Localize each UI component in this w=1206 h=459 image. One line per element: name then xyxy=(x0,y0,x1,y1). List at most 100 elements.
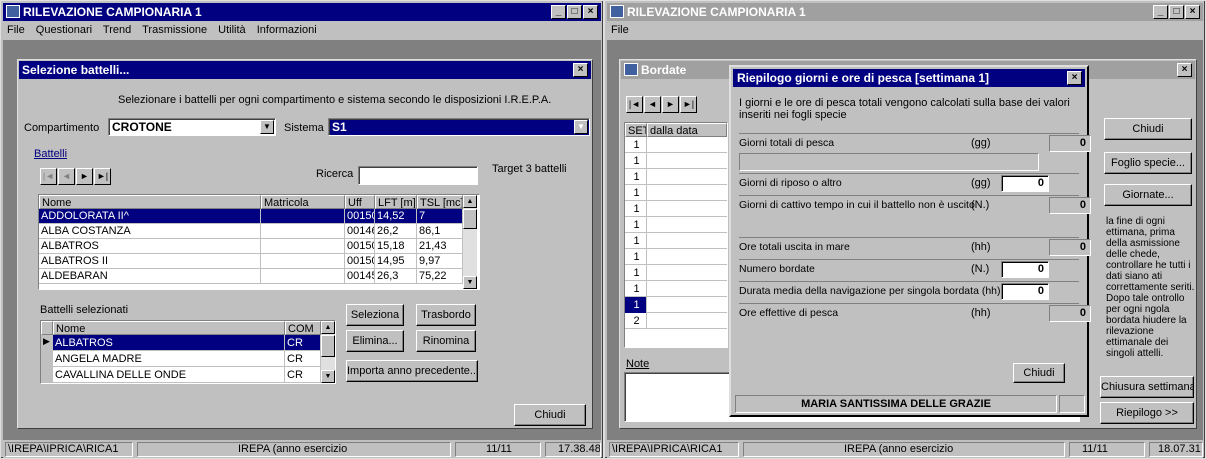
list-item[interactable]: CAVALLINA DELLE ONDE CR xyxy=(41,367,321,383)
chiudi-button[interactable]: Chiudi xyxy=(514,404,586,426)
chevron-down-icon[interactable]: ▼ xyxy=(260,120,274,134)
scroll-thumb[interactable] xyxy=(463,209,477,229)
field-value[interactable]: 0 xyxy=(1001,283,1049,300)
table-row[interactable]: 1 xyxy=(625,153,727,169)
table-row[interactable]: 1 xyxy=(625,137,727,153)
table-row[interactable]: ALBATROS II 00150 14,95 9,97 xyxy=(39,254,463,269)
ricerca-input[interactable] xyxy=(358,166,478,185)
list-item[interactable]: ▶ ALBATROS CR xyxy=(41,335,321,351)
column-header[interactable]: COM xyxy=(285,321,321,335)
scroll-thumb[interactable] xyxy=(321,335,335,357)
list-item[interactable]: ANGELA MADRE CR xyxy=(41,351,321,367)
row-indicator-header xyxy=(41,321,53,335)
column-header[interactable]: dalla data xyxy=(647,123,727,137)
giornate-button[interactable]: Giornate... xyxy=(1104,184,1192,206)
battelli-scrollbar[interactable]: ▲ ▼ xyxy=(463,195,477,289)
riepilogo-button[interactable]: Riepilogo >> xyxy=(1100,402,1194,424)
next-record-button[interactable]: ► xyxy=(662,96,679,113)
rinomina-button[interactable]: Rinomina xyxy=(416,330,476,352)
next-record-button[interactable]: ► xyxy=(76,168,93,185)
table-row[interactable]: 1 xyxy=(625,265,727,281)
maximize-button[interactable]: □ xyxy=(567,5,582,19)
table-row[interactable]: 1 xyxy=(625,185,727,201)
chiusura-settimana-button[interactable]: Chiusura settimana xyxy=(1100,376,1194,398)
menu-informazioni[interactable]: Informazioni xyxy=(257,24,317,36)
sistema-select[interactable]: S1 ▼ xyxy=(328,118,590,136)
compartimento-value: CROTONE xyxy=(112,120,172,134)
close-button[interactable]: × xyxy=(1177,63,1192,77)
table-row[interactable]: ALBATROS 00150 15,18 21,43 xyxy=(39,239,463,254)
instruction-text: Selezionare i battelli per ogni comparti… xyxy=(118,94,552,106)
scroll-up-icon[interactable]: ▲ xyxy=(463,195,477,208)
table-row[interactable]: 1 xyxy=(625,217,727,233)
close-button[interactable]: × xyxy=(573,63,588,77)
field-value[interactable]: 0 xyxy=(1001,175,1049,192)
menu-file[interactable]: File xyxy=(7,24,25,36)
note-label: Note xyxy=(626,358,650,370)
table-cell: ALBA COSTANZA xyxy=(39,224,261,239)
table-row[interactable]: 1 xyxy=(625,201,727,217)
table-cell: 1 xyxy=(625,281,647,297)
table-row[interactable]: 2 xyxy=(625,313,727,329)
close-button[interactable]: × xyxy=(1067,71,1082,85)
table-row[interactable]: 1 xyxy=(625,169,727,185)
prev-record-button[interactable]: ◄ xyxy=(644,96,661,113)
elimina-button[interactable]: Elimina... xyxy=(346,330,404,352)
last-record-button[interactable]: ►| xyxy=(94,168,111,185)
right-title-bar[interactable]: RILEVAZIONE CAMPIONARIA 1 _ □ × xyxy=(607,3,1203,21)
maximize-button[interactable]: □ xyxy=(1169,5,1184,19)
scroll-down-icon[interactable]: ▼ xyxy=(463,276,477,289)
scroll-down-icon[interactable]: ▼ xyxy=(321,370,335,383)
status-time: 18.07.31 xyxy=(1149,442,1203,457)
prev-record-icon: ◄ xyxy=(58,168,75,185)
column-header[interactable]: SET xyxy=(625,123,647,137)
field-label: Giorni di riposo o altro xyxy=(739,177,842,189)
table-row[interactable]: 1 xyxy=(625,281,727,297)
close-button[interactable]: × xyxy=(1185,5,1200,19)
table-row[interactable]: ALDEBARAN 00145 26,3 75,22 xyxy=(39,269,463,284)
column-header[interactable]: Nome xyxy=(53,321,285,335)
chevron-down-icon[interactable]: ▼ xyxy=(574,120,588,134)
menu-utilita[interactable]: Utilità xyxy=(218,24,246,36)
scroll-up-icon[interactable]: ▲ xyxy=(321,321,335,334)
minimize-button[interactable]: _ xyxy=(1153,5,1168,19)
close-button[interactable]: × xyxy=(583,5,598,19)
column-header[interactable]: Uff xyxy=(345,195,375,209)
trasbordo-button[interactable]: Trasbordo xyxy=(416,304,476,326)
riepilogo-title-bar[interactable]: Riepilogo giorni e ore di pesca [settima… xyxy=(733,69,1085,87)
selezione-title-bar[interactable]: Selezione battelli... × xyxy=(19,61,591,79)
status-company: IREPA (anno esercizio xyxy=(137,442,451,457)
table-cell: 15,18 xyxy=(375,239,417,254)
foglio-specie-button[interactable]: Foglio specie... xyxy=(1104,152,1192,174)
column-header[interactable]: TSL [mc] xyxy=(417,195,463,209)
compartimento-select[interactable]: CROTONE ▼ xyxy=(108,118,276,136)
selected-scrollbar[interactable]: ▲ ▼ xyxy=(321,321,335,383)
side-chiudi-button[interactable]: Chiudi xyxy=(1104,118,1192,140)
table-row[interactable]: ADDOLORATA II^ 00150 14,52 7 xyxy=(39,209,463,224)
seleziona-button[interactable]: Seleziona xyxy=(346,304,404,326)
last-record-button[interactable]: ►| xyxy=(680,96,697,113)
column-header[interactable]: Nome xyxy=(39,195,261,209)
column-header[interactable]: Matricola xyxy=(261,195,345,209)
menu-questionari[interactable]: Questionari xyxy=(36,24,92,36)
summary-row: Durata media della navigazione per singo… xyxy=(739,281,1079,300)
menu-trasmissione[interactable]: Trasmissione xyxy=(142,24,207,36)
table-row[interactable]: ALBA COSTANZA 00146 26,2 86,1 xyxy=(39,224,463,239)
column-header[interactable]: LFT [m] xyxy=(375,195,417,209)
minimize-button[interactable]: _ xyxy=(551,5,566,19)
table-cell: 14,95 xyxy=(375,254,417,269)
menu-file[interactable]: File xyxy=(611,24,629,36)
first-record-button[interactable]: |◄ xyxy=(626,96,643,113)
left-title-bar[interactable]: RILEVAZIONE CAMPIONARIA 1 _ □ × xyxy=(3,3,601,21)
summary-row: Ore effettive di pesca (hh) 0 xyxy=(739,303,1091,322)
table-cell: 00150 xyxy=(347,209,375,224)
importa-button[interactable]: Importa anno precedente... xyxy=(346,360,478,382)
table-row[interactable]: 1 xyxy=(625,297,727,313)
left-app-window: RILEVAZIONE CAMPIONARIA 1 _ □ × File Que… xyxy=(0,0,604,459)
menu-trend[interactable]: Trend xyxy=(103,24,131,36)
right-status-bar: \IREPA\IPRICA\RICA1 IREPA (anno esercizi… xyxy=(607,441,1203,458)
table-row[interactable]: 1 xyxy=(625,249,727,265)
field-value[interactable]: 0 xyxy=(1001,261,1049,278)
table-row[interactable]: 1 xyxy=(625,233,727,249)
dialog-chiudi-button[interactable]: Chiudi xyxy=(1013,363,1065,383)
